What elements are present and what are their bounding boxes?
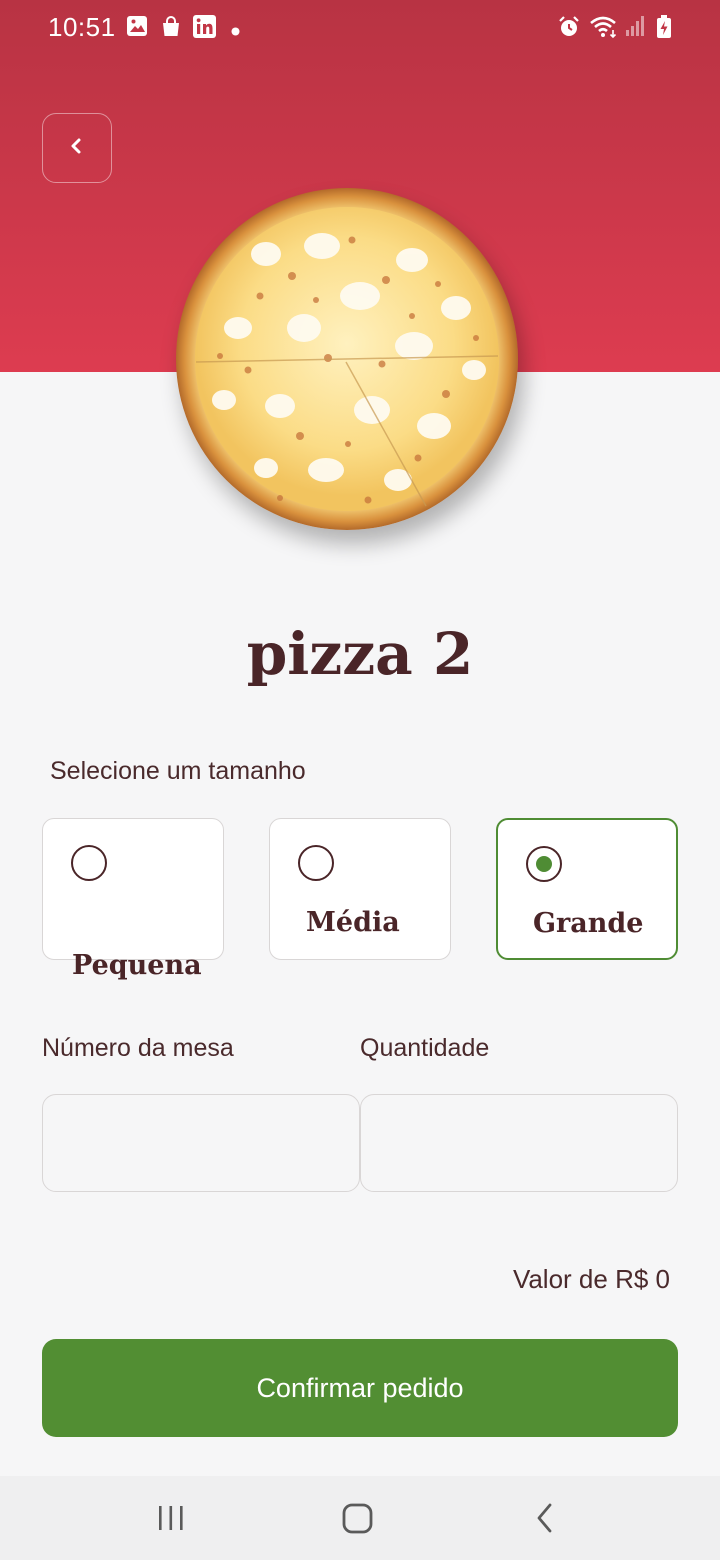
radio-unchecked-icon[interactable] [71, 845, 107, 881]
battery-charging-icon [656, 15, 672, 44]
image-icon [126, 15, 148, 42]
size-option-label: Pequena [72, 950, 202, 981]
chevron-left-icon [69, 137, 85, 160]
back-icon[interactable] [532, 1498, 558, 1543]
status-bar: 10:51 [0, 0, 720, 56]
pizza-image [176, 188, 518, 530]
size-option-label: Grande [533, 908, 644, 939]
table-number-input[interactable] [42, 1094, 360, 1192]
back-button[interactable] [42, 113, 112, 183]
wifi-icon [589, 15, 619, 44]
notification-dot-icon [231, 23, 240, 41]
status-time: 10:51 [48, 12, 116, 42]
size-option-label: Média [306, 907, 400, 938]
alarm-icon [557, 15, 581, 44]
home-icon[interactable] [340, 1498, 376, 1543]
size-option-pequena[interactable] [42, 818, 224, 960]
quantity-input[interactable] [360, 1094, 678, 1192]
size-option-media[interactable]: Média [269, 818, 451, 960]
signal-icon [624, 15, 646, 42]
shopping-bag-icon [160, 15, 182, 42]
table-number-label: Número da mesa [42, 1034, 234, 1062]
quantity-label: Quantidade [360, 1034, 490, 1062]
system-nav-bar [0, 1476, 720, 1560]
total-value: Valor de R$ 0 [512, 1264, 670, 1294]
confirm-order-button[interactable]: Confirmar pedido [42, 1339, 678, 1437]
linkedin-icon [193, 15, 216, 43]
recent-apps-icon[interactable] [156, 1498, 186, 1543]
radio-checked-icon[interactable] [526, 846, 562, 882]
size-option-grande[interactable]: Grande [496, 818, 678, 960]
radio-unchecked-icon[interactable] [298, 845, 334, 881]
product-title: pizza 2 [246, 620, 474, 688]
size-section-label: Selecione um tamanho [50, 757, 306, 785]
